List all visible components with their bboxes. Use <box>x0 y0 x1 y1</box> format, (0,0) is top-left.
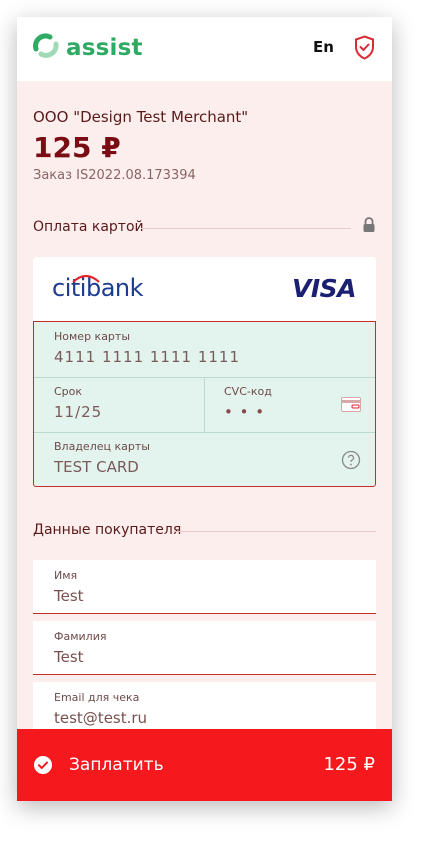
expiry-input[interactable]: 11/25 <box>54 403 102 421</box>
last-name-input[interactable]: Test <box>54 648 84 666</box>
email-field[interactable]: Email для чека test@test.ru <box>33 682 376 736</box>
cvc-input[interactable]: • • • <box>224 403 265 421</box>
email-input[interactable]: test@test.ru <box>54 709 147 727</box>
card-holder-label: Владелец карты <box>54 440 150 453</box>
visa-logo: VISA <box>291 274 357 303</box>
assist-logo-icon <box>32 32 60 64</box>
divider <box>34 432 375 433</box>
merchant-name: ООО "Design Test Merchant" <box>33 108 249 126</box>
card-number-input[interactable]: 4111 1111 1111 1111 <box>54 348 240 366</box>
email-label: Email для чека <box>54 691 140 704</box>
card-number-label: Номер карты <box>54 330 131 343</box>
shield-check-icon <box>354 35 375 64</box>
logo-text: assist <box>66 35 143 61</box>
last-name-label: Фамилия <box>54 630 107 643</box>
expiry-label: Срок <box>54 385 83 398</box>
payment-screen: assist En ООО "Design Test Merchant" 125… <box>17 17 392 801</box>
first-name-field[interactable]: Имя Test <box>33 560 376 614</box>
card-holder-input[interactable]: TEST CARD <box>54 458 139 476</box>
check-circle-icon <box>34 756 52 778</box>
pay-button[interactable]: Заплатить 125 ₽ <box>17 729 392 801</box>
first-name-label: Имя <box>54 569 78 582</box>
order-number: Заказ IS2022.08.173394 <box>33 168 196 183</box>
cvc-label: CVC-код <box>224 385 272 398</box>
field-underline <box>33 674 376 675</box>
card-section-title: Оплата картой <box>33 219 144 235</box>
divider <box>141 228 351 229</box>
card-brand-panel: citibank VISA <box>33 257 376 321</box>
last-name-field[interactable]: Фамилия Test <box>33 621 376 675</box>
lock-icon <box>362 217 376 237</box>
card-form: Номер карты 4111 1111 1111 1111 Срок 11/… <box>33 321 376 487</box>
cvc-card-icon <box>341 397 361 416</box>
order-amount: 125 ₽ <box>33 131 121 164</box>
buyer-section-title: Данные покупателя <box>33 522 182 538</box>
field-underline <box>33 613 376 614</box>
divider <box>204 377 205 432</box>
language-switcher[interactable]: En <box>313 38 334 56</box>
pay-button-label: Заплатить <box>69 755 164 775</box>
bank-arc-icon <box>71 268 101 287</box>
pay-button-amount: 125 ₽ <box>323 754 375 775</box>
header: assist En <box>17 17 392 81</box>
first-name-input[interactable]: Test <box>54 587 84 605</box>
assist-logo: assist <box>32 33 143 63</box>
divider <box>173 531 376 532</box>
help-icon[interactable] <box>341 450 361 474</box>
